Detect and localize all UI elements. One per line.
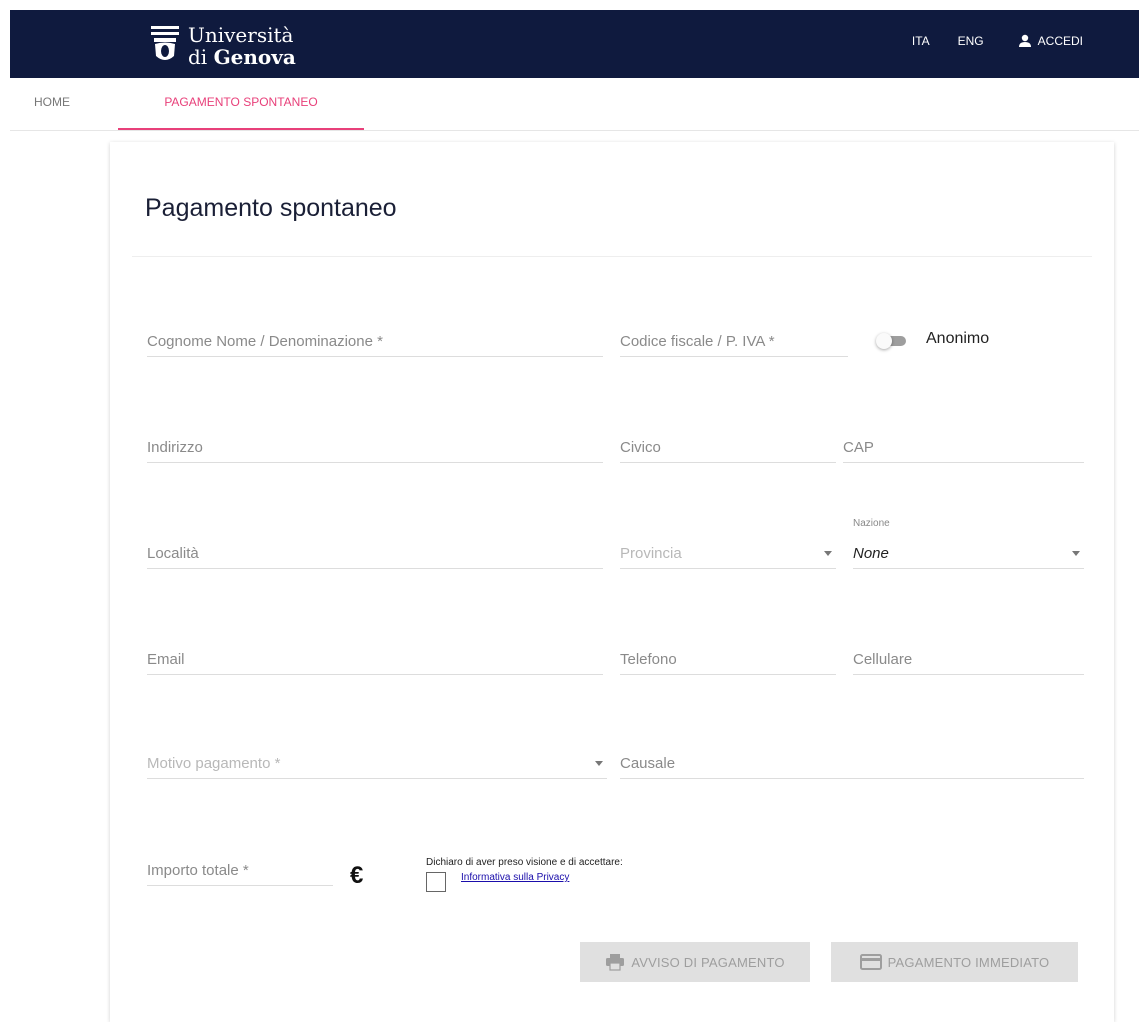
tab-pagamento-spontaneo[interactable]: PAGAMENTO SPONTANEO (118, 78, 364, 130)
tab-home[interactable]: HOME (34, 78, 70, 130)
causale-field[interactable]: Causale (620, 748, 1084, 779)
importo-placeholder: Importo totale * (147, 862, 249, 879)
importo-field[interactable]: Importo totale * (147, 855, 333, 886)
codice-fiscale-field[interactable]: Codice fiscale / P. IVA * (620, 326, 848, 357)
cap-placeholder: CAP (843, 439, 874, 456)
nome-field[interactable]: Cognome Nome / Denominazione * (147, 326, 603, 357)
anonimo-toggle[interactable] (872, 333, 910, 349)
nazione-value: None (853, 545, 889, 562)
tab-bar: HOME PAGAMENTO SPONTANEO (10, 78, 1139, 131)
cellulare-placeholder: Cellulare (853, 651, 913, 668)
causale-placeholder: Causale (620, 755, 676, 772)
provincia-placeholder: Provincia (620, 545, 682, 562)
payment-form-card: Pagamento spontaneo Cognome Nome / Denom… (110, 142, 1114, 1022)
cellulare-field[interactable]: Cellulare (853, 644, 1084, 675)
euro-icon: € (350, 862, 364, 889)
title-divider (132, 256, 1092, 257)
page-title: Pagamento spontaneo (145, 194, 397, 222)
provincia-select[interactable]: Provincia (620, 538, 836, 569)
telefono-field[interactable]: Telefono (620, 644, 836, 675)
privacy-link[interactable]: Informativa sulla Privacy (461, 872, 569, 883)
motivo-chevron-down-icon (595, 761, 603, 766)
nazione-select[interactable]: Nazione None (853, 518, 1084, 569)
pagamento-immediato-button[interactable]: PAGAMENTO IMMEDIATO (831, 942, 1078, 982)
localita-placeholder: Località (147, 545, 199, 562)
printer-icon (606, 954, 625, 971)
provincia-chevron-down-icon (824, 551, 832, 556)
anonimo-label: Anonimo (926, 330, 990, 347)
motivo-pagamento-select[interactable]: Motivo pagamento * (147, 748, 607, 779)
logo-line-2: di Genova (188, 45, 296, 69)
pagamento-label: PAGAMENTO IMMEDIATO (887, 954, 1050, 970)
cap-field[interactable]: CAP (843, 432, 1084, 463)
university-seal-icon (151, 26, 179, 60)
telefono-placeholder: Telefono (620, 651, 677, 668)
email-field[interactable]: Email (147, 644, 603, 675)
university-logo[interactable]: Università di Genova (150, 24, 296, 68)
avviso-pagamento-button[interactable]: AVVISO DI PAGAMENTO (580, 942, 810, 982)
credit-card-icon (859, 954, 882, 970)
toggle-knob (876, 333, 892, 349)
indirizzo-placeholder: Indirizzo (147, 439, 203, 456)
privacy-declaration: Dichiaro di aver preso visione e di acce… (426, 857, 623, 868)
top-bar: Università di Genova ITA ENG ACCEDI (10, 10, 1139, 78)
civico-placeholder: Civico (620, 439, 661, 456)
user-icon (1018, 34, 1031, 47)
logo-line-1: Università (188, 23, 294, 47)
lang-ita-link[interactable]: ITA (912, 34, 930, 48)
top-navigation: ITA ENG ACCEDI (884, 34, 1083, 48)
nazione-label: Nazione (853, 518, 890, 529)
login-button[interactable]: ACCEDI (1018, 34, 1083, 48)
localita-field[interactable]: Località (147, 538, 603, 569)
nazione-chevron-down-icon (1072, 551, 1080, 556)
avviso-label: AVVISO DI PAGAMENTO (631, 954, 785, 970)
lang-eng-link[interactable]: ENG (958, 34, 984, 48)
civico-field[interactable]: Civico (620, 432, 836, 463)
motivo-placeholder: Motivo pagamento * (147, 755, 281, 772)
indirizzo-field[interactable]: Indirizzo (147, 432, 603, 463)
email-placeholder: Email (147, 651, 185, 668)
login-label: ACCEDI (1037, 34, 1083, 48)
privacy-checkbox[interactable] (426, 872, 446, 892)
codice-fiscale-placeholder: Codice fiscale / P. IVA * (620, 333, 775, 350)
nome-placeholder: Cognome Nome / Denominazione * (147, 333, 383, 350)
